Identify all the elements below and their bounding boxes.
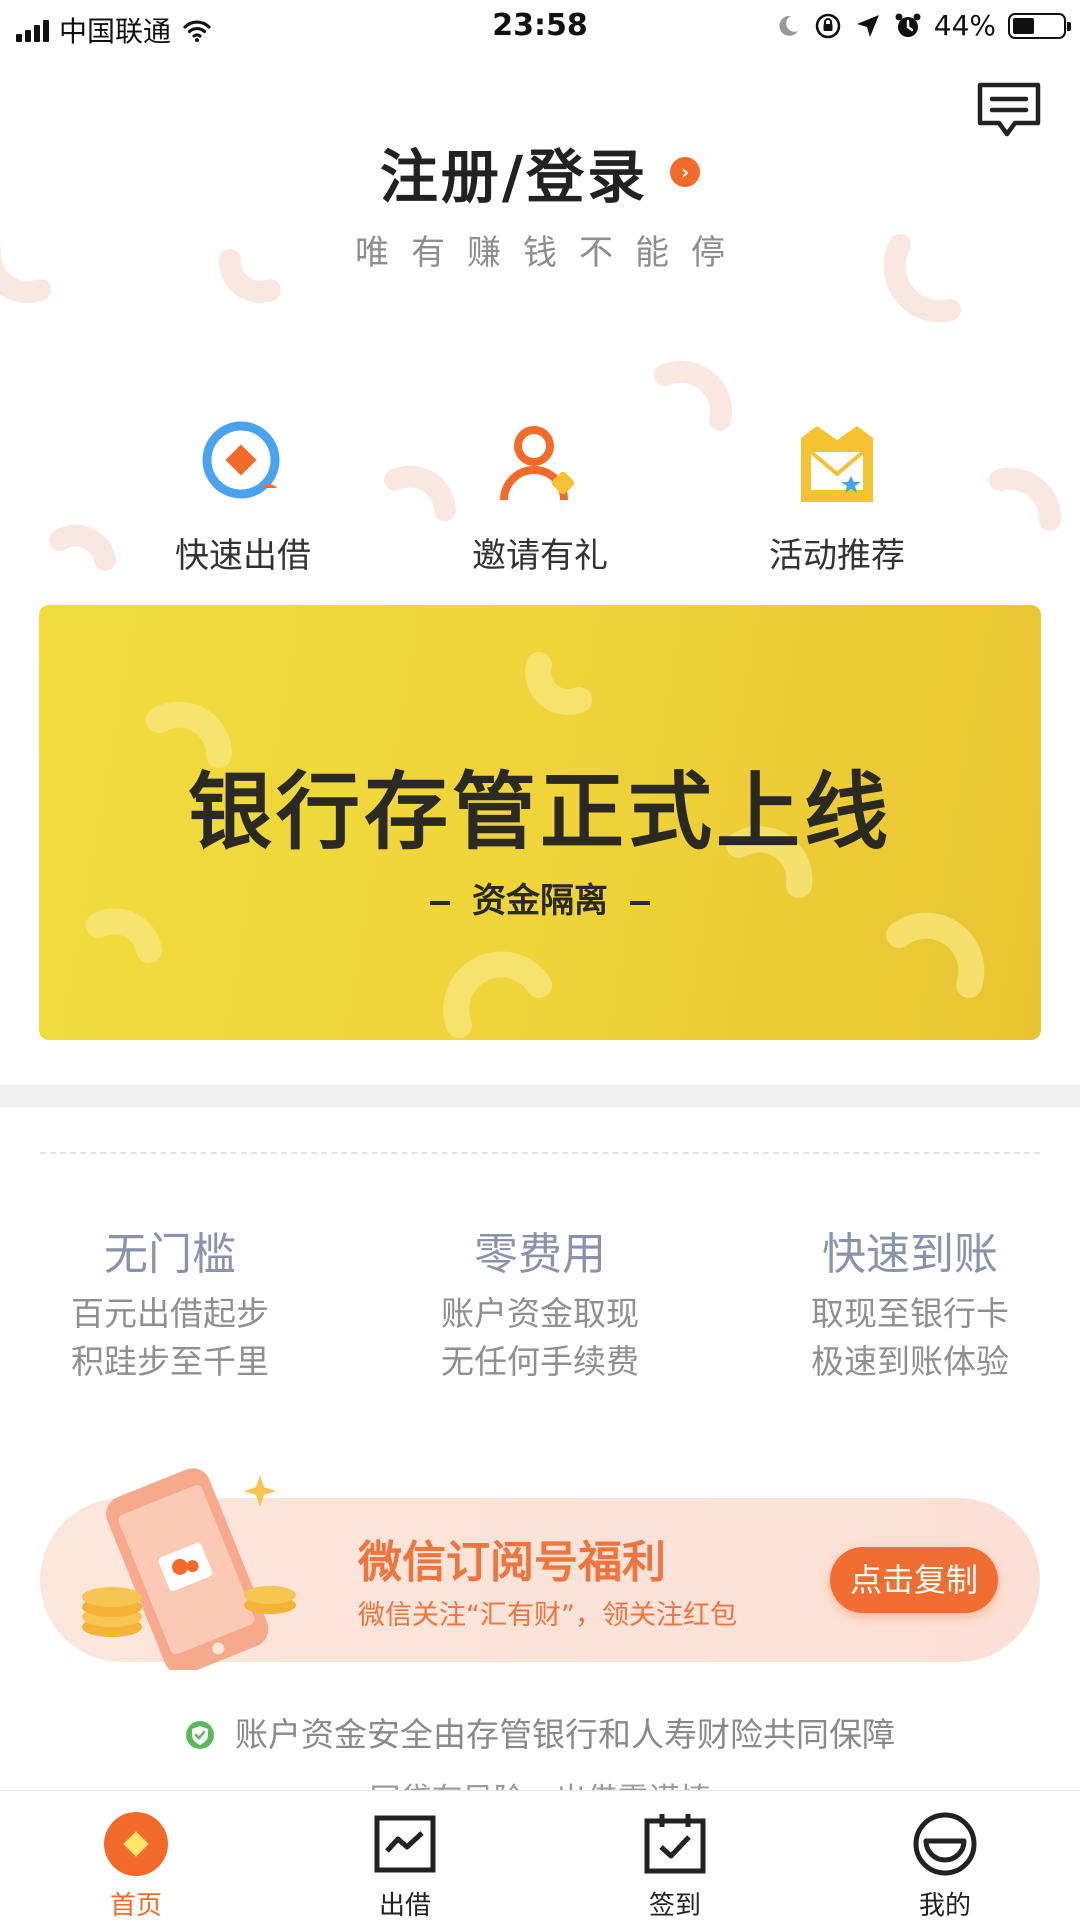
feature-title: 快速到账	[822, 1229, 998, 1280]
feature-line: 账户资金取现	[441, 1294, 639, 1333]
safety-note: 账户资金安全由存管银行和人寿财险共同保障	[0, 1708, 1080, 1756]
section-divider	[0, 1085, 1080, 1107]
feature-title: 无门槛	[104, 1229, 236, 1280]
battery-icon	[1008, 12, 1071, 39]
shield-check-icon	[186, 1721, 214, 1749]
feature-line: 极速到账体验	[811, 1342, 1009, 1381]
login-register-link[interactable]: 注册/登录 ›	[379, 130, 701, 214]
tab-profile[interactable]: 我的	[865, 1811, 1025, 1922]
quick-action-activity[interactable]: 活动推荐	[737, 418, 937, 577]
location-icon	[856, 14, 879, 37]
tab-checkin[interactable]: 签到	[595, 1811, 755, 1922]
wechat-promo-title: 微信订阅号福利	[358, 1537, 666, 1588]
quick-lend-icon	[202, 421, 280, 499]
moon-icon	[779, 15, 798, 36]
feature-title: 零费用	[474, 1229, 606, 1280]
promo-banner[interactable]: 银行存管正式上线 资金隔离	[39, 605, 1041, 1040]
status-bar: 中国联通 23:58 44%	[0, 0, 1080, 54]
copy-button[interactable]: 点击复制	[830, 1547, 998, 1613]
login-header: 注册/登录 ›	[0, 130, 1080, 214]
quick-action-invite[interactable]: 邀请有礼	[440, 418, 640, 577]
chevron-right-icon: ›	[670, 157, 701, 187]
invite-icon	[500, 426, 575, 501]
quick-action-label: 活动推荐	[769, 536, 905, 576]
status-right: 44%	[774, 9, 1071, 42]
banner-title: 银行存管正式上线	[187, 763, 892, 861]
quick-action-label: 快速出借	[175, 536, 311, 576]
feature-line: 无任何手续费	[441, 1342, 639, 1381]
dashed-divider	[40, 1152, 1040, 1154]
phone-coins-illustration	[82, 1468, 296, 1670]
tab-label: 首页	[109, 1891, 162, 1921]
profile-icon	[913, 1812, 977, 1876]
checkin-icon	[644, 1814, 706, 1874]
feature-fast-arrival: 快速到账 取现至银行卡 极速到账体验	[760, 1218, 1060, 1386]
feature-line: 取现至银行卡	[811, 1294, 1009, 1333]
home-icon	[104, 1812, 168, 1876]
login-title: 注册/登录	[379, 143, 649, 211]
rotation-lock-icon	[815, 13, 841, 38]
feature-line: 积跬步至千里	[71, 1342, 269, 1381]
safety-note-text: 账户资金安全由存管银行和人寿财险共同保障	[235, 1715, 895, 1754]
activity-icon	[801, 426, 873, 502]
wechat-promo-subtitle: 微信关注“汇有财”，领关注红包	[358, 1600, 737, 1631]
tab-lend[interactable]: 出借	[325, 1811, 485, 1922]
feature-no-threshold: 无门槛 百元出借起步 积跬步至千里	[20, 1218, 320, 1386]
chart-icon	[374, 1815, 436, 1873]
alarm-icon	[895, 13, 921, 37]
tab-label: 我的	[918, 1891, 971, 1921]
quick-action-lend[interactable]: 快速出借	[143, 418, 343, 577]
feature-line: 百元出借起步	[71, 1294, 269, 1333]
battery-percent: 44%	[933, 9, 996, 42]
banner-subtitle: 资金隔离	[472, 881, 608, 921]
slogan: 唯有赚钱不能停	[355, 233, 747, 273]
feature-zero-fee: 零费用 账户资金取现 无任何手续费	[390, 1218, 690, 1386]
tab-label: 签到	[648, 1891, 701, 1921]
tab-label: 出借	[378, 1891, 431, 1921]
quick-action-label: 邀请有礼	[472, 536, 608, 576]
tab-home[interactable]: 首页	[56, 1811, 216, 1922]
bottom-tab-bar: 首页 出借 签到 我的	[0, 1790, 1080, 1921]
banner-subtitle-row: 资金隔离	[39, 873, 1041, 922]
